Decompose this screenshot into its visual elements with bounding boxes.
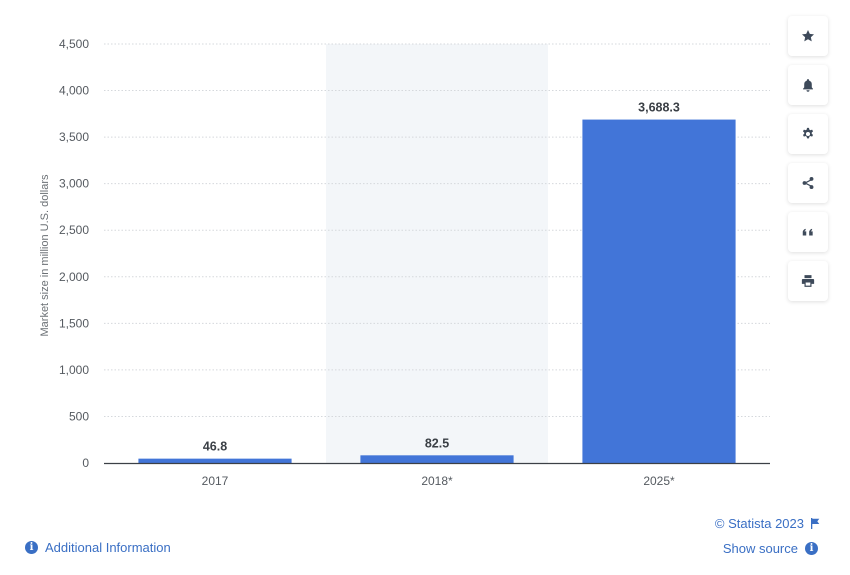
bar[interactable]: [582, 119, 736, 464]
y-tick-label: 500: [69, 409, 89, 423]
copyright-link[interactable]: © Statista 2023: [715, 516, 820, 531]
share-button[interactable]: [788, 163, 828, 203]
data-label: 82.5: [425, 436, 449, 450]
data-label: 3,688.3: [638, 101, 680, 115]
info-icon: i: [25, 541, 38, 554]
y-tick-label: 0: [82, 456, 89, 470]
additional-information-link[interactable]: i Additional Information: [25, 540, 171, 555]
additional-information-label: Additional Information: [45, 540, 171, 555]
y-tick-label: 4,000: [59, 84, 89, 98]
y-axis-title: Market size in million U.S. dollars: [39, 174, 51, 336]
x-tick-label: 2017: [202, 474, 229, 488]
share-icon: [802, 176, 814, 190]
print-button[interactable]: [788, 261, 828, 301]
bell-icon: [803, 79, 813, 92]
cite-button[interactable]: [788, 212, 828, 252]
flag-icon: [811, 518, 820, 529]
info-icon: i: [805, 542, 818, 555]
x-tick-label: 2025*: [643, 474, 675, 488]
x-tick-label: 2018*: [421, 474, 453, 488]
gear-icon: [802, 127, 814, 139]
printer-icon: [801, 275, 815, 287]
data-label: 46.8: [203, 440, 227, 454]
favorite-button[interactable]: [788, 16, 828, 56]
copyright-text: © Statista 2023: [714, 516, 804, 531]
y-tick-label: 3,500: [59, 130, 89, 144]
y-tick-label: 1,000: [59, 363, 89, 377]
star-icon: [801, 30, 815, 42]
bar-chart: 0 500 1,000 1,500 2,000 2,500 3,000 3,500 4,000 4…: [39, 37, 770, 488]
chart-card: 0 500 1,000 1,500 2,000 2,500 3,000 3,500 4,000 4…: [0, 0, 850, 575]
chart-toolbar: [788, 16, 828, 310]
bar[interactable]: [138, 458, 292, 463]
highlight-band: [326, 44, 548, 463]
y-tick-label: 4,500: [59, 37, 89, 51]
show-source-label: Show source: [722, 541, 798, 556]
y-tick-label: 2,000: [59, 270, 89, 284]
y-tick-label: 1,500: [59, 316, 89, 330]
y-tick-label: 3,000: [59, 177, 89, 191]
notification-button[interactable]: [788, 65, 828, 105]
bar[interactable]: [360, 455, 514, 463]
y-tick-label: 2,500: [59, 223, 89, 237]
quote-icon: [802, 228, 813, 236]
settings-button[interactable]: [788, 114, 828, 154]
show-source-link[interactable]: Show source i: [723, 541, 818, 556]
